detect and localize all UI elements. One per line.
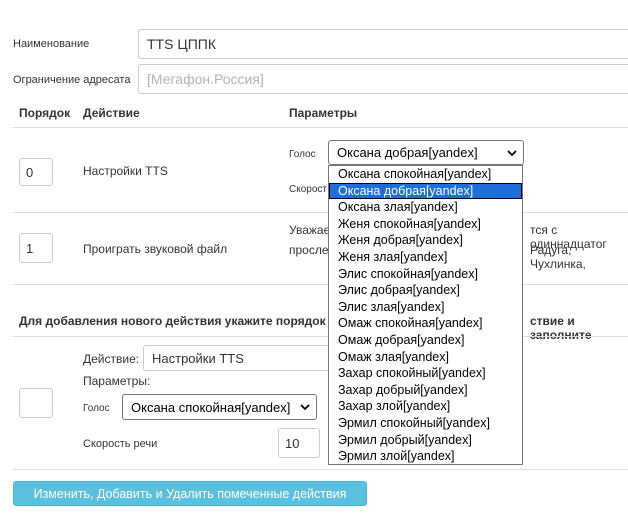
new-action-label: Действие:	[83, 352, 140, 366]
new-speed-label: Скорость речи	[83, 438, 158, 450]
add-instruction-right: ствие и заполните	[530, 314, 592, 342]
action-column-header: Действие	[83, 106, 140, 120]
restriction-label: Ограничение адресата	[13, 74, 131, 86]
new-params-label: Параметры:	[83, 374, 151, 388]
header-divider	[13, 127, 628, 128]
new-order-input[interactable]	[19, 388, 53, 418]
name-input[interactable]: TTS ЦППК	[138, 29, 628, 59]
voice-option[interactable]: Захар злой[yandex]	[329, 398, 522, 415]
voice-option[interactable]: Захар спокойный[yandex]	[329, 365, 522, 382]
voice-dropdown-list[interactable]: Оксана спокойная[yandex] Оксана добрая[ya…	[328, 165, 523, 465]
voice-option[interactable]: Эрмил добрый[yandex]	[329, 432, 522, 449]
add-divider	[13, 336, 628, 337]
restriction-input[interactable]: [Мегафон.Россия]	[138, 64, 628, 94]
voice-option[interactable]: Оксана добрая[yandex]	[329, 182, 522, 200]
chevron-down-icon	[507, 149, 517, 156]
voice-option[interactable]: Омаж добрая[yandex]	[329, 332, 522, 349]
submit-actions-button[interactable]: Изменить, Добавить и Удалить помеченные …	[13, 481, 367, 506]
voice-option[interactable]: Женя злая[yandex]	[329, 249, 522, 266]
voice-select-value: Оксана добрая[yandex]	[337, 145, 478, 160]
name-label: Наименование	[13, 38, 90, 50]
voice-option[interactable]: Оксана спокойная[yandex]	[329, 166, 522, 183]
voice-option[interactable]: Элис спокойная[yandex]	[329, 266, 522, 283]
chevron-down-icon	[300, 404, 310, 411]
add-instruction-left: Для добавления нового действия укажите п…	[19, 314, 326, 328]
order-input-row-1[interactable]: 1	[19, 233, 53, 263]
new-voice-label: Голос	[83, 403, 110, 414]
new-action-select[interactable]: Настройки TTS	[143, 345, 343, 371]
voice-option[interactable]: Элис злая[yandex]	[329, 299, 522, 316]
bottom-divider	[13, 469, 628, 470]
tts-settings-page: Наименование TTS ЦППК Ограничение адреса…	[0, 0, 628, 530]
voice-option[interactable]: Женя добрая[yandex]	[329, 232, 522, 249]
message-text-line2-left: просле	[289, 243, 329, 257]
action-name-row-1: Проиграть звуковой файл	[83, 242, 228, 256]
voice-option[interactable]: Эрмил спокойный[yandex]	[329, 415, 522, 432]
order-input-row-0[interactable]: 0	[19, 158, 53, 186]
voice-option[interactable]: Захар добрый[yandex]	[329, 382, 522, 399]
action-name-row-0: Настройки TTS	[83, 164, 168, 178]
voice-label-row-0: Голос	[289, 149, 316, 160]
voice-option[interactable]: Оксана злая[yandex]	[329, 199, 522, 216]
voice-option[interactable]: Омаж спокойная[yandex]	[329, 315, 522, 332]
new-voice-select-value: Оксана спокойная[yandex]	[131, 399, 291, 415]
row-divider-1	[13, 284, 628, 285]
voice-select-row-0[interactable]: Оксана добрая[yandex]	[328, 140, 524, 165]
voice-option[interactable]: Женя спокойная[yandex]	[329, 216, 522, 233]
voice-option[interactable]: Эрмил злой[yandex]	[329, 448, 522, 464]
voice-option[interactable]: Элис добрая[yandex]	[329, 282, 522, 299]
order-column-header: Порядок	[19, 106, 71, 120]
message-text-line2-right: Радуга, Чухлинка,	[530, 243, 586, 271]
voice-option[interactable]: Омаж злая[yandex]	[329, 349, 522, 366]
row-divider-0	[13, 212, 628, 213]
speed-label-row-0: Скорост	[289, 184, 327, 195]
new-voice-select[interactable]: Оксана спокойная[yandex]	[122, 394, 317, 420]
message-text-line1-left: Уважае	[289, 223, 331, 237]
params-column-header: Параметры	[289, 106, 358, 120]
new-speed-input[interactable]: 10	[278, 428, 320, 458]
